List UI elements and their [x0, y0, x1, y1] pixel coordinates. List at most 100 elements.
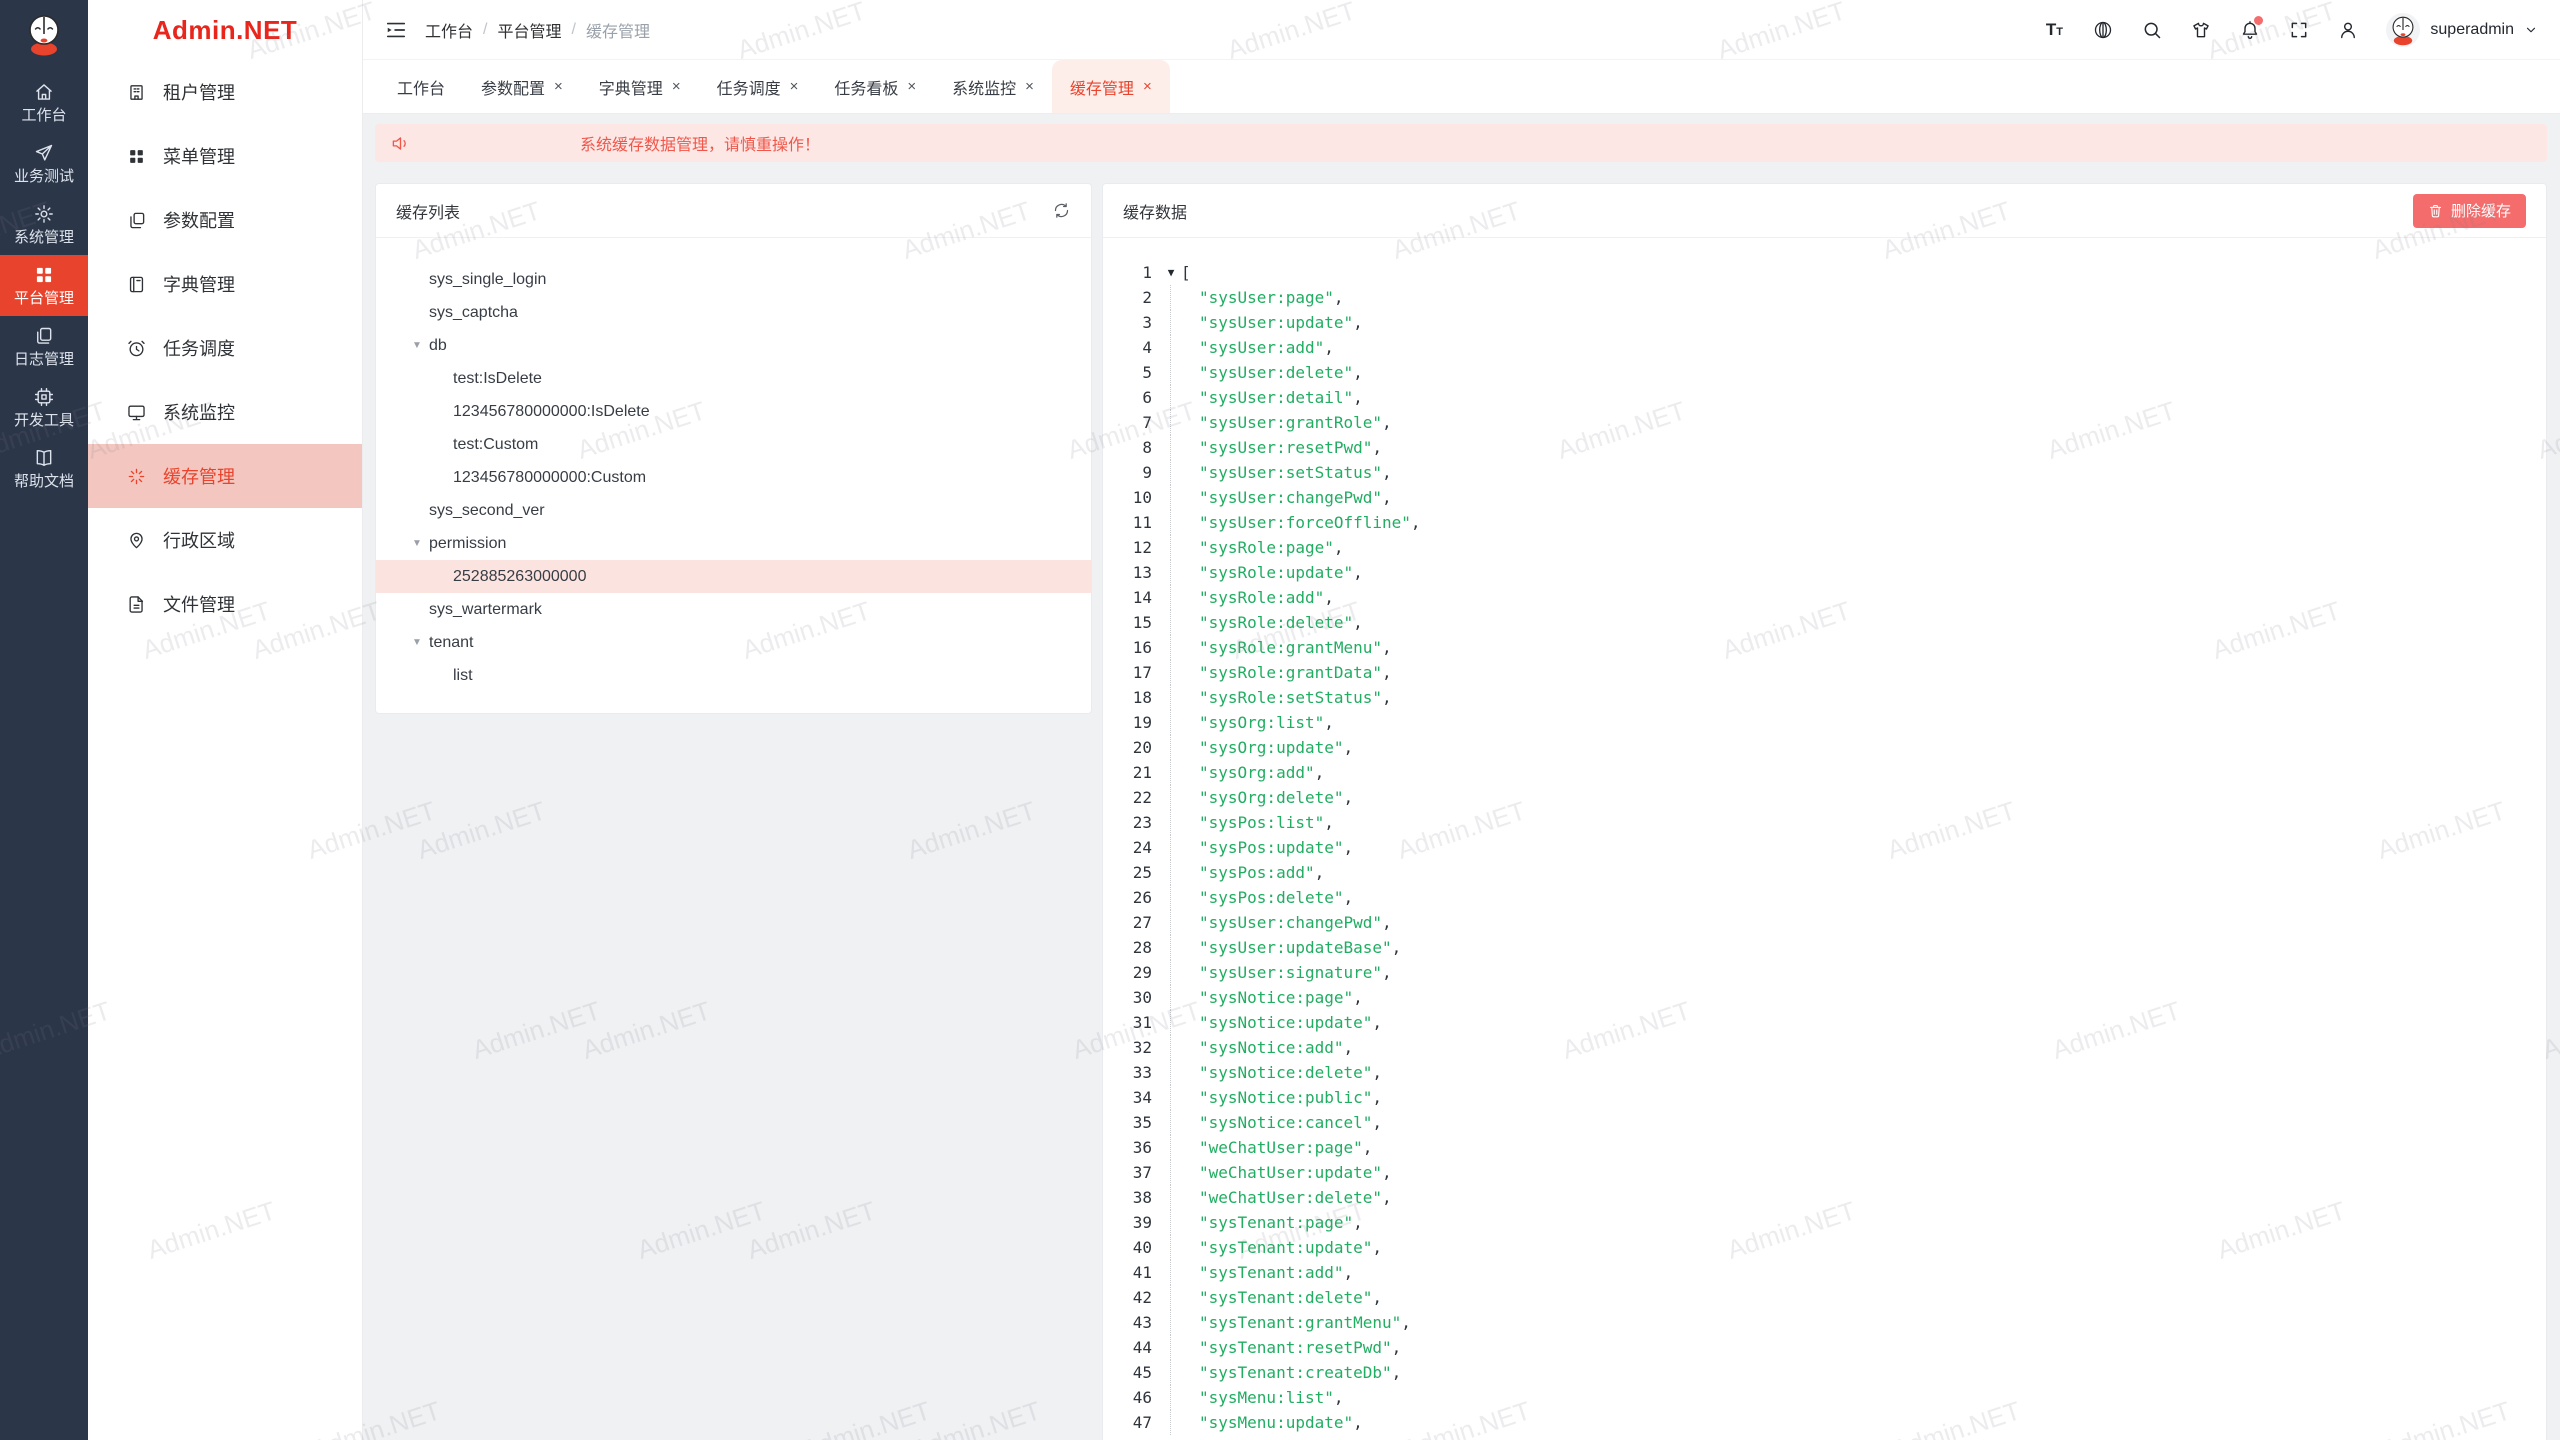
sidebar-item-monitor[interactable]: 系统监控 — [88, 380, 362, 444]
refresh-icon[interactable] — [1053, 202, 1071, 220]
code-line: 15"sysRole:delete", — [1103, 610, 2546, 635]
tab[interactable]: 字典管理× — [581, 60, 699, 113]
user-menu[interactable]: superadmin — [2386, 13, 2538, 47]
tab[interactable]: 缓存管理× — [1052, 60, 1170, 113]
monitor-icon — [127, 403, 146, 422]
gear-icon — [34, 204, 54, 224]
sidebar-item-alarm-clock[interactable]: 任务调度 — [88, 316, 362, 380]
sidebar-item-location-pin[interactable]: 行政区域 — [88, 508, 362, 572]
tab[interactable]: 任务看板× — [816, 60, 934, 113]
caret-down-icon[interactable]: ▼ — [405, 637, 429, 648]
search-icon[interactable] — [2141, 19, 2163, 41]
breadcrumb-item[interactable]: 平台管理 — [497, 18, 561, 42]
tree-node[interactable]: sys_second_ver — [376, 494, 1091, 527]
tab-close-icon[interactable]: × — [790, 79, 799, 94]
code-string: "sysPos:list", — [1199, 810, 1334, 835]
breadcrumb-item-current: 缓存管理 — [586, 18, 650, 42]
tab-close-icon[interactable]: × — [1025, 79, 1034, 94]
fullscreen-icon[interactable] — [2288, 19, 2310, 41]
tab[interactable]: 工作台 — [379, 60, 463, 113]
tree-node[interactable]: ▼tenant — [376, 626, 1091, 659]
fold-caret-icon[interactable]: ▼ — [1161, 260, 1181, 285]
sidebar-item-menu-grid[interactable]: 菜单管理 — [88, 124, 362, 188]
tree-node[interactable]: 252885263000000 — [376, 560, 1091, 593]
tab-close-icon[interactable]: × — [672, 79, 681, 94]
tab[interactable]: 任务调度× — [699, 60, 817, 113]
line-number: 42 — [1103, 1285, 1152, 1310]
code-string: "sysNotice:public", — [1199, 1085, 1382, 1110]
line-number: 23 — [1103, 810, 1152, 835]
delete-cache-button[interactable]: 删除缓存 — [2413, 194, 2526, 228]
tree-node[interactable]: sys_wartermark — [376, 593, 1091, 626]
rail-item-send[interactable]: 业务测试 — [0, 133, 88, 194]
tab-close-icon[interactable]: × — [1143, 79, 1152, 94]
caret-down-icon[interactable]: ▼ — [405, 340, 429, 351]
indent-guide — [1170, 1285, 1171, 1310]
indent-guide — [1170, 360, 1171, 385]
code-line: 35"sysNotice:cancel", — [1103, 1110, 2546, 1135]
tree-node[interactable]: sys_single_login — [376, 263, 1091, 296]
rail-item-book[interactable]: 帮助文档 — [0, 438, 88, 499]
indent-guide — [1170, 1310, 1171, 1335]
indent-guide — [1170, 960, 1171, 985]
sidebar-item-document[interactable]: 文件管理 — [88, 572, 362, 636]
tab[interactable]: 系统监控× — [934, 60, 1052, 113]
code-string: "sysTenant:update", — [1199, 1235, 1382, 1260]
profile-icon[interactable] — [2337, 19, 2359, 41]
sidebar-item-building[interactable]: 租户管理 — [88, 60, 362, 124]
tree-node[interactable]: ▼permission — [376, 527, 1091, 560]
tab-close-icon[interactable]: × — [554, 79, 563, 94]
code-line: 6"sysUser:detail", — [1103, 385, 2546, 410]
rail-item-cpu[interactable]: 开发工具 — [0, 377, 88, 438]
sidebar-item-copy-doc[interactable]: 参数配置 — [88, 188, 362, 252]
code-string: "sysUser:update", — [1199, 310, 1363, 335]
line-number: 43 — [1103, 1310, 1152, 1335]
line-number: 17 — [1103, 660, 1152, 685]
sidebar-item-notebook[interactable]: 字典管理 — [88, 252, 362, 316]
tree-node[interactable]: ▼db — [376, 329, 1091, 362]
language-icon[interactable] — [2092, 19, 2114, 41]
breadcrumb-item[interactable]: 工作台 — [425, 18, 473, 42]
line-number: 9 — [1103, 460, 1152, 485]
code-line: 21"sysOrg:add", — [1103, 760, 2546, 785]
notification-icon[interactable] — [2239, 19, 2261, 41]
notification-badge — [2254, 16, 2263, 25]
line-number: 29 — [1103, 960, 1152, 985]
tree-node[interactable]: 123456780000000:IsDelete — [376, 395, 1091, 428]
rail-item-gear[interactable]: 系统管理 — [0, 194, 88, 255]
tab-close-icon[interactable]: × — [907, 79, 916, 94]
main-area: 工作台 / 平台管理 / 缓存管理 TT — [363, 0, 2560, 1440]
tree-node[interactable]: sys_captcha — [376, 296, 1091, 329]
code-string: "sysUser:setStatus", — [1199, 460, 1392, 485]
code-string: "sysPos:add", — [1199, 860, 1324, 885]
rail-item-grid[interactable]: 平台管理 — [0, 255, 88, 316]
tree-node[interactable]: 123456780000000:Custom — [376, 461, 1091, 494]
tree-node-label: tenant — [429, 634, 473, 652]
rail-item-logs[interactable]: 日志管理 — [0, 316, 88, 377]
tree-node[interactable]: list — [376, 659, 1091, 692]
line-number: 40 — [1103, 1235, 1152, 1260]
rail-item-label: 开发工具 — [14, 413, 74, 428]
tree-node[interactable]: test:IsDelete — [376, 362, 1091, 395]
code-string: "sysTenant:delete", — [1199, 1285, 1382, 1310]
sidebar-fold-icon[interactable] — [385, 19, 407, 41]
rail-item-home[interactable]: 工作台 — [0, 72, 88, 133]
code-string: "sysOrg:add", — [1199, 760, 1324, 785]
menu-grid-icon — [127, 147, 146, 166]
sidebar-item-spark[interactable]: 缓存管理 — [88, 444, 362, 508]
code-string: "sysUser:grantRole", — [1199, 410, 1392, 435]
tree-node[interactable]: test:Custom — [376, 428, 1091, 461]
caret-down-icon[interactable]: ▼ — [405, 538, 429, 549]
theme-icon[interactable] — [2190, 19, 2212, 41]
code-line: 19"sysOrg:list", — [1103, 710, 2546, 735]
line-number: 14 — [1103, 585, 1152, 610]
code-line: 18"sysRole:setStatus", — [1103, 685, 2546, 710]
indent-guide — [1170, 1360, 1171, 1385]
tab[interactable]: 参数配置× — [463, 60, 581, 113]
brand-wordmark: Admin.NET — [88, 0, 362, 60]
line-number: 1 — [1103, 260, 1152, 285]
font-size-icon[interactable]: TT — [2043, 19, 2065, 41]
code-line: 17"sysRole:grantData", — [1103, 660, 2546, 685]
sidebar-item-label: 缓存管理 — [163, 463, 235, 489]
code-line: 1▼[ — [1103, 260, 2546, 285]
